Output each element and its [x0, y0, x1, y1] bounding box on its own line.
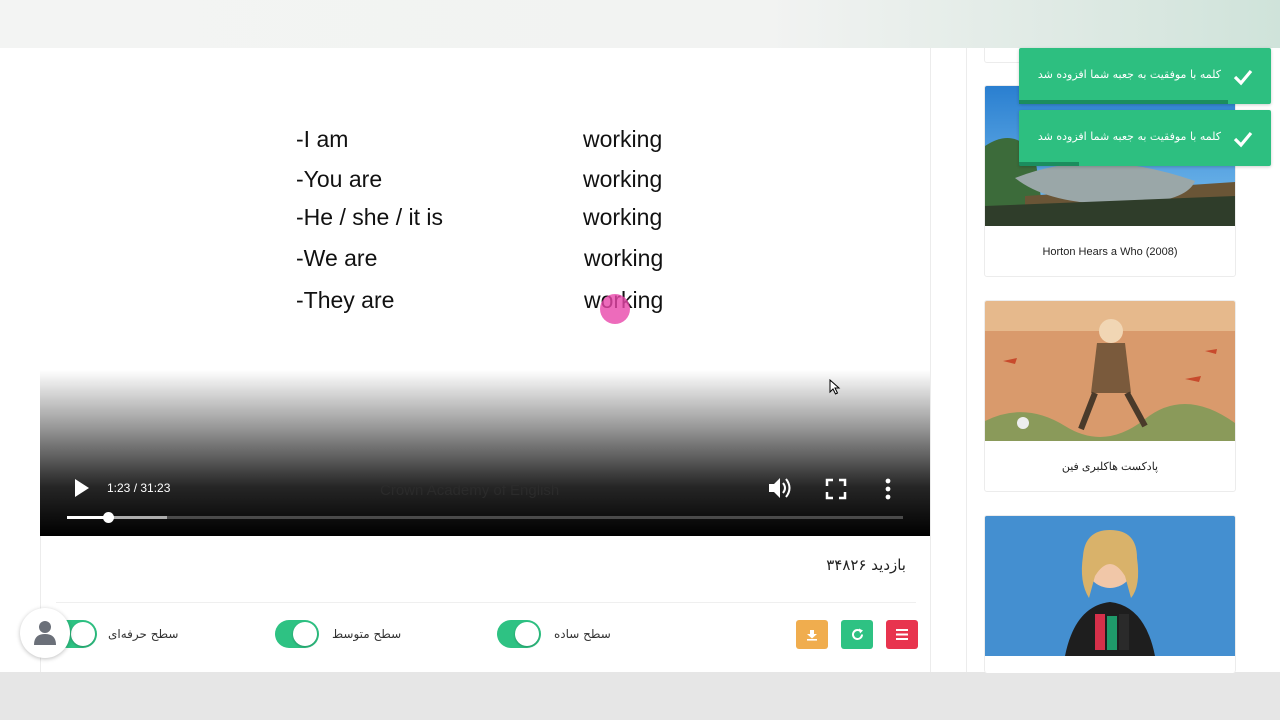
- slide-subject: -You are: [296, 166, 383, 192]
- volume-button[interactable]: [768, 477, 794, 499]
- toast-progress: [1019, 162, 1080, 166]
- level-label-simple: سطح ساده: [554, 627, 611, 641]
- progress-thumb[interactable]: [102, 512, 114, 523]
- slide-verb: working: [583, 166, 663, 192]
- toggle-level-medium[interactable]: [275, 620, 319, 648]
- more-vertical-icon: [885, 478, 891, 500]
- video-progress-bar[interactable]: [67, 512, 903, 523]
- refresh-button[interactable]: [841, 620, 873, 649]
- sidebar-border: [966, 48, 967, 672]
- card-thumbnail: [985, 301, 1235, 441]
- level-label-pro: سطح حرفه‌ای: [108, 627, 179, 641]
- main-column-border: [930, 48, 931, 672]
- divider: [56, 602, 916, 603]
- play-button[interactable]: [74, 478, 90, 498]
- card-thumbnail: [985, 516, 1235, 656]
- click-highlight: [600, 294, 630, 324]
- slide-verb: working: [583, 204, 663, 230]
- slide-subject: -I am: [296, 126, 349, 152]
- sidebar-card[interactable]: پادکست هاکلبری فین: [984, 300, 1236, 492]
- view-count: بازدید ۳۴۸۲۶: [826, 556, 906, 574]
- toast-message: کلمه با موفقیت به جعبه شما افزوده شد: [1037, 68, 1221, 81]
- slide-verb: working: [583, 126, 663, 152]
- fullscreen-icon: [825, 478, 847, 500]
- top-bar: [0, 0, 1280, 48]
- slide-subject: -They are: [296, 287, 395, 313]
- toast-notification[interactable]: کلمه با موفقیت به جعبه شما افزوده شد: [1019, 110, 1271, 166]
- video-controls-gradient: [40, 370, 930, 536]
- video-player[interactable]: -I am working -You are working -He / she…: [40, 48, 930, 536]
- download-icon: [807, 629, 817, 641]
- toast-message: کلمه با موفقیت به جعبه شما افزوده شد: [1037, 130, 1221, 143]
- toast-notification[interactable]: کلمه با موفقیت به جعبه شما افزوده شد: [1019, 48, 1271, 104]
- bottom-bar: [0, 672, 1280, 720]
- download-button[interactable]: [796, 620, 828, 649]
- slide-subject: -We are: [296, 245, 378, 271]
- check-icon: [1233, 131, 1253, 148]
- level-label-medium: سطح متوسط: [332, 627, 402, 641]
- check-icon: [1233, 69, 1253, 86]
- menu-button[interactable]: [886, 620, 918, 649]
- menu-icon: [896, 629, 908, 640]
- video-watermark: Crown Academy of English: [380, 482, 560, 499]
- sidebar-card[interactable]: [984, 515, 1236, 673]
- play-icon: [75, 479, 89, 497]
- mouse-cursor-icon: [829, 379, 841, 395]
- toggle-level-simple[interactable]: [497, 620, 541, 648]
- more-options-button[interactable]: [883, 477, 893, 501]
- time-display: 1:23 / 31:23: [107, 481, 171, 495]
- slide-subject: -He / she / it is: [296, 204, 443, 230]
- refresh-icon: [851, 628, 863, 640]
- toast-progress: [1019, 100, 1229, 104]
- card-title: پادکست هاکلبری فین: [1061, 461, 1159, 473]
- progress-played: [67, 516, 108, 519]
- user-icon: [34, 621, 56, 645]
- card-title: Horton Hears a Who (2008): [1042, 246, 1178, 258]
- fullscreen-button[interactable]: [825, 478, 847, 500]
- user-avatar[interactable]: [20, 608, 70, 658]
- slide-verb: working: [584, 245, 664, 271]
- volume-icon: [769, 478, 791, 498]
